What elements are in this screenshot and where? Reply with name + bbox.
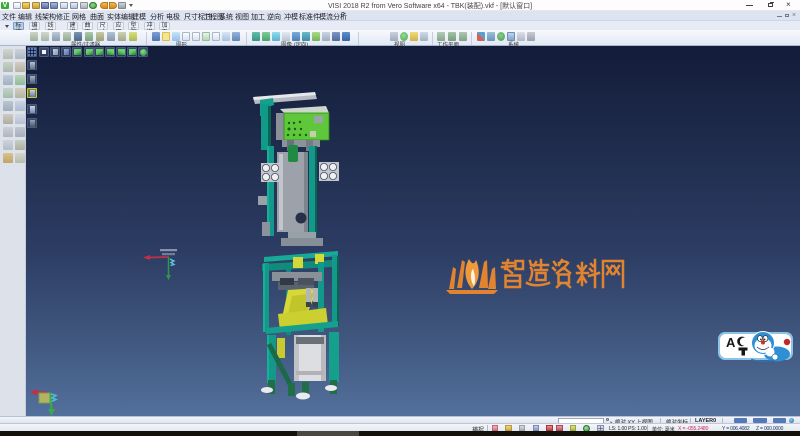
svg-text:A: A — [726, 335, 736, 350]
